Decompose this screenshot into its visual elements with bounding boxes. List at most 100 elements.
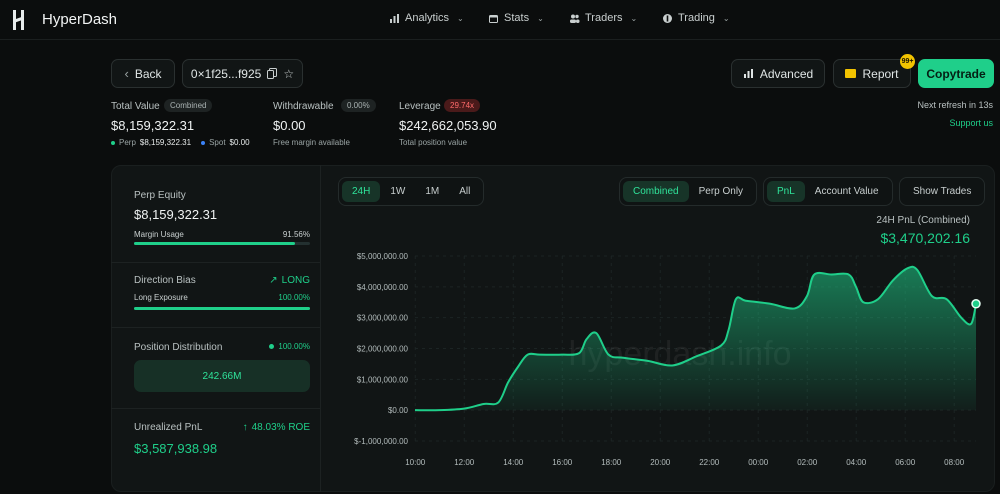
pct-text: 100.00% bbox=[278, 342, 310, 351]
back-button[interactable]: ‹ Back bbox=[111, 59, 175, 88]
x-tick-label: 12:00 bbox=[454, 458, 475, 467]
range-all[interactable]: All bbox=[449, 181, 480, 202]
long-exposure-fill bbox=[134, 307, 310, 310]
direction-bias-label: Direction Bias bbox=[134, 275, 196, 286]
perp-dot bbox=[111, 140, 115, 145]
position-distribution-bar[interactable]: 242.66M bbox=[134, 360, 310, 392]
flag-icon bbox=[845, 69, 857, 78]
chevron-down-icon: ⌄ bbox=[537, 13, 544, 23]
x-tick-label: 00:00 bbox=[748, 458, 769, 467]
position-distribution-label: Position Distribution bbox=[134, 342, 223, 353]
scope-perp-only[interactable]: Perp Only bbox=[689, 181, 753, 202]
withdrawable-sub: Free margin available bbox=[273, 138, 350, 147]
x-tick-label: 04:00 bbox=[846, 458, 867, 467]
report-count-badge: 99+ bbox=[900, 54, 915, 69]
chevron-down-icon: ⌄ bbox=[457, 13, 464, 23]
chevron-down-icon: ⌄ bbox=[630, 13, 638, 23]
leverage-sub: Total position value bbox=[399, 138, 468, 147]
x-tick-label: 18:00 bbox=[601, 458, 622, 467]
users-icon bbox=[570, 14, 580, 23]
long-exposure-label: Long Exposure bbox=[134, 293, 188, 302]
coin-icon bbox=[663, 13, 672, 23]
range-selector: 24H 1W 1M All bbox=[338, 177, 485, 206]
metric-account-value[interactable]: Account Value bbox=[805, 181, 889, 202]
wallet-address: 0×1f25...f925 bbox=[190, 66, 262, 81]
nav-traders[interactable]: Traders ⌄ bbox=[569, 12, 637, 24]
nav-trading[interactable]: Trading ⌄ bbox=[662, 12, 730, 24]
pnl-chart[interactable]: $5,000,000.00 $4,000,000.00 $3,000,000.00 $… bbox=[340, 245, 985, 475]
nav-stats[interactable]: Stats ⌄ bbox=[488, 12, 544, 24]
refresh-countdown: Next refresh in 13s bbox=[917, 100, 993, 110]
x-tick-label: 08:00 bbox=[944, 458, 965, 467]
direction-bias-value: ↗ LONG bbox=[269, 275, 310, 286]
chevron-down-icon: ⌄ bbox=[722, 13, 730, 23]
spot-value: $0.00 bbox=[229, 138, 250, 147]
total-value-label: Total Value bbox=[111, 101, 160, 112]
nav-label: Trading bbox=[678, 12, 715, 24]
range-24h[interactable]: 24H bbox=[342, 181, 381, 202]
roe-text: 48.03% ROE bbox=[251, 422, 310, 433]
perp-equity-label: Perp Equity bbox=[134, 190, 186, 201]
margin-usage-value: 91.56% bbox=[282, 230, 310, 239]
long-exposure-value: 100.00% bbox=[278, 293, 310, 302]
copy-icon[interactable] bbox=[267, 68, 278, 79]
report-button[interactable]: Report 99+ bbox=[833, 54, 915, 88]
show-trades-button[interactable]: Show Trades bbox=[899, 177, 986, 206]
show-trades-label: Show Trades bbox=[913, 186, 972, 197]
advanced-button[interactable]: Advanced bbox=[731, 59, 825, 88]
metric-selector: PnL Account Value bbox=[763, 177, 893, 206]
address-chip[interactable]: 0×1f25...f925 ☆ bbox=[182, 59, 303, 88]
star-icon[interactable]: ☆ bbox=[283, 67, 294, 81]
margin-usage-label: Margin Usage bbox=[134, 230, 184, 239]
perp-label: Perp bbox=[119, 138, 136, 147]
x-tick-label: 20:00 bbox=[650, 458, 671, 467]
y-tick-label: $0.00 bbox=[388, 406, 409, 415]
leverage-pill: 29.74x bbox=[444, 99, 481, 112]
range-1m[interactable]: 1M bbox=[415, 181, 449, 202]
arrow-up-icon: ↑ bbox=[242, 422, 248, 433]
y-tick-label: $2,000,000.00 bbox=[357, 345, 409, 354]
advanced-label: Advanced bbox=[759, 66, 814, 81]
bar-chart-icon bbox=[743, 69, 753, 78]
x-tick-label: 16:00 bbox=[552, 458, 573, 467]
nav-analytics[interactable]: Analytics ⌄ bbox=[389, 12, 464, 24]
copytrade-button[interactable]: Copytrade bbox=[918, 59, 994, 88]
long-exposure-bar bbox=[134, 307, 310, 310]
x-tick-label: 02:00 bbox=[797, 458, 818, 467]
spot-dot bbox=[201, 140, 206, 145]
x-tick-label: 06:00 bbox=[895, 458, 916, 467]
withdrawable-value: $0.00 bbox=[273, 118, 306, 133]
leverage-label: Leverage bbox=[399, 101, 441, 112]
report-label: Report bbox=[862, 66, 899, 81]
nav-label: Traders bbox=[585, 12, 623, 24]
withdrawable-label: Withdrawable bbox=[273, 101, 334, 112]
long-dot bbox=[269, 344, 275, 349]
y-tick-label: $3,000,000.00 bbox=[357, 314, 409, 323]
perp-equity-value: $8,159,322.31 bbox=[134, 207, 218, 222]
divider bbox=[111, 262, 321, 263]
nav-label: Stats bbox=[504, 12, 530, 24]
direction-text: LONG bbox=[281, 275, 310, 286]
scope-combined[interactable]: Combined bbox=[623, 181, 689, 202]
margin-usage-fill bbox=[134, 242, 296, 245]
y-tick-label: $1,000,000.00 bbox=[357, 375, 409, 384]
chart-summary-label: 24H PnL (Combined) bbox=[876, 215, 970, 226]
perp-value: $8,159,322.31 bbox=[139, 138, 192, 147]
unrealized-pnl-value: $3,587,938.98 bbox=[134, 441, 218, 456]
logo-icon[interactable] bbox=[12, 9, 26, 31]
divider bbox=[111, 408, 321, 409]
margin-usage-bar bbox=[134, 242, 310, 245]
x-tick-label: 22:00 bbox=[699, 458, 720, 467]
brand-name[interactable]: HyperDash bbox=[42, 11, 117, 28]
y-tick-label: $4,000,000.00 bbox=[357, 283, 409, 292]
divider bbox=[111, 327, 321, 328]
metric-pnl[interactable]: PnL bbox=[767, 181, 805, 202]
support-link[interactable]: Support us bbox=[949, 118, 993, 128]
nav-label: Analytics bbox=[405, 12, 450, 24]
last-point-marker bbox=[971, 299, 981, 309]
range-1w[interactable]: 1W bbox=[380, 181, 415, 202]
y-tick-label: $-1,000,000.00 bbox=[354, 437, 408, 446]
spot-label: Spot bbox=[209, 138, 226, 147]
calendar-icon bbox=[489, 14, 498, 23]
unrealized-pnl-label: Unrealized PnL bbox=[134, 422, 203, 433]
